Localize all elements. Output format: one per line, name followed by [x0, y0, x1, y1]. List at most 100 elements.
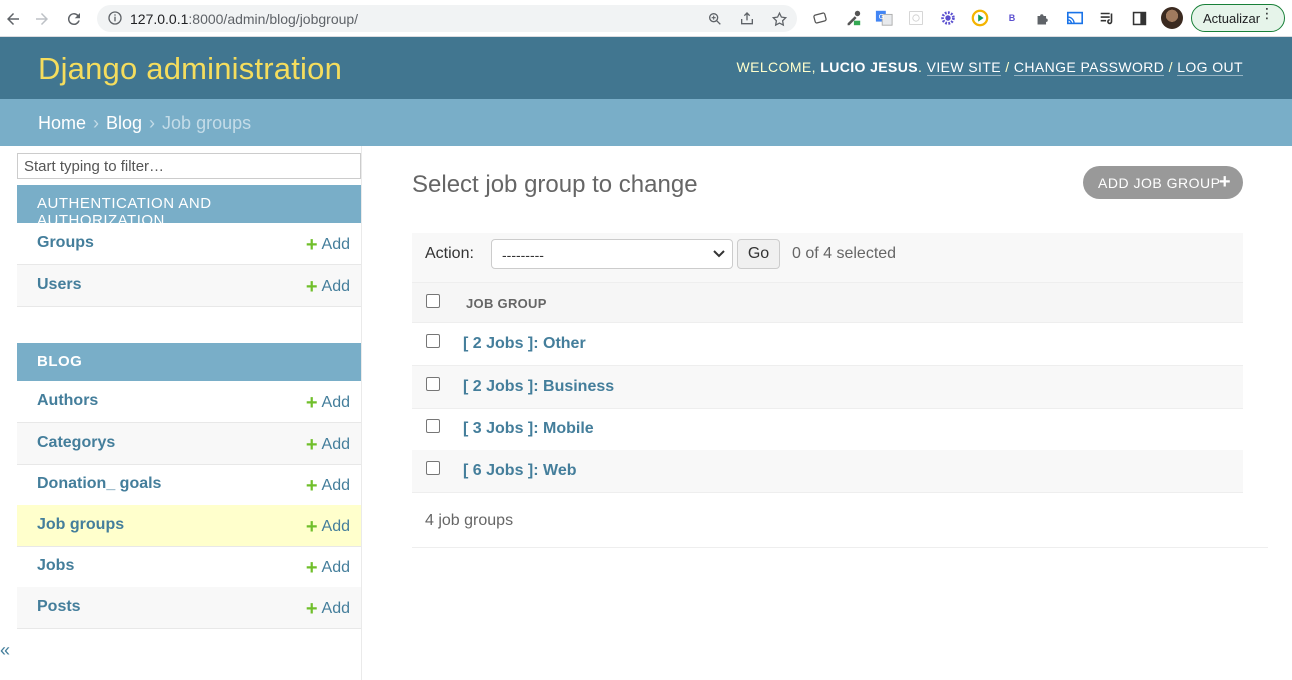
add-label: Add [321, 518, 350, 535]
log-out-link[interactable]: LOG OUT [1177, 59, 1243, 76]
add-authors-link[interactable]: + Add [306, 392, 350, 415]
sidebar-item-job-groups: Job groups + Add [17, 505, 361, 547]
add-plus-icon: + [305, 392, 318, 414]
address-bar[interactable]: 127.0.0.1:8000/admin/blog/jobgroup/ [97, 5, 797, 32]
row-link[interactable]: [ 6 Jobs ]: Web [463, 462, 577, 480]
period: . [918, 59, 923, 75]
table-row: [ 6 Jobs ]: Web [412, 450, 1243, 493]
add-donation-goals-link[interactable]: + Add [306, 475, 350, 498]
add-jobs-link[interactable]: + Add [306, 557, 350, 580]
extension-1-icon[interactable] [810, 8, 830, 28]
action-select[interactable]: --------- [491, 239, 733, 269]
sidebar-item-donation-goals: Donation_ goals + Add [17, 464, 361, 506]
extension-grid-icon[interactable] [906, 8, 926, 28]
add-job-group-label: ADD JOB GROUP [1098, 175, 1221, 191]
svg-text:G: G [879, 12, 885, 21]
add-label: Add [321, 236, 350, 253]
breadcrumb-separator: › [88, 113, 105, 133]
breadcrumb-home[interactable]: Home [38, 113, 86, 133]
model-link-jobs[interactable]: Jobs [37, 557, 74, 575]
row-link[interactable]: [ 2 Jobs ]: Other [463, 335, 586, 353]
go-button[interactable]: Go [737, 239, 780, 269]
add-plus-icon: + [305, 557, 318, 579]
update-label: Actualizar [1203, 10, 1261, 26]
breadcrumb-separator: › [144, 113, 161, 133]
side-panel-icon[interactable] [1129, 8, 1149, 28]
translate-extension-icon[interactable]: G [874, 8, 894, 28]
add-label: Add [321, 436, 350, 453]
nav-filter-input[interactable] [17, 153, 361, 179]
url-text: 127.0.0.1:8000/admin/blog/jobgroup/ [130, 11, 358, 27]
row-checkbox[interactable] [426, 377, 440, 391]
add-job-group-button[interactable]: ADD JOB GROUP + [1083, 166, 1243, 199]
add-plus-icon: + [305, 276, 318, 298]
model-link-groups[interactable]: Groups [37, 234, 94, 252]
sidebar-item-posts: Posts + Add [17, 587, 361, 629]
eyedropper-extension-icon[interactable] [843, 8, 863, 28]
row-link[interactable]: [ 2 Jobs ]: Business [463, 378, 614, 396]
view-site-link[interactable]: VIEW SITE [926, 59, 1001, 76]
update-browser-button[interactable]: Actualizar ⋮ [1191, 4, 1285, 32]
b-extension-icon[interactable]: B [1002, 8, 1022, 28]
model-link-donation-goals[interactable]: Donation_ goals [37, 475, 161, 493]
chevron-down-icon [713, 250, 725, 258]
welcome-text: WELCOME, [736, 59, 816, 75]
add-categorys-link[interactable]: + Add [306, 434, 350, 457]
add-label: Add [321, 559, 350, 576]
breadcrumb-current: Job groups [162, 113, 252, 133]
add-plus-icon: + [305, 434, 318, 456]
site-branding[interactable]: Django administration [38, 51, 342, 87]
add-label: Add [321, 477, 350, 494]
more-menu-icon[interactable]: ⋮ [1260, 6, 1274, 20]
gear-extension-icon[interactable] [938, 8, 958, 28]
row-checkbox[interactable] [426, 461, 440, 475]
row-checkbox[interactable] [426, 334, 440, 348]
back-button[interactable] [0, 6, 26, 32]
add-label: Add [321, 394, 350, 411]
add-groups-link[interactable]: + Add [306, 234, 350, 257]
module-caption-auth[interactable]: AUTHENTICATION AND AUTHORIZATION [17, 185, 361, 229]
profile-avatar[interactable] [1161, 7, 1183, 29]
cast-icon[interactable] [1065, 8, 1085, 28]
model-link-categorys[interactable]: Categorys [37, 434, 115, 452]
action-select-value: --------- [502, 247, 544, 263]
model-link-authors[interactable]: Authors [37, 392, 98, 410]
play-extension-icon[interactable] [970, 8, 990, 28]
model-link-job-groups[interactable]: Job groups [37, 516, 124, 534]
forward-button[interactable] [29, 6, 55, 32]
add-label: Add [321, 278, 350, 295]
module-caption-blog[interactable]: BLOG [17, 343, 361, 381]
model-link-users[interactable]: Users [37, 276, 81, 294]
toggle-sidebar-icon[interactable]: « [0, 640, 10, 661]
plus-icon: + [1218, 171, 1231, 193]
select-all-checkbox[interactable] [426, 294, 440, 308]
back-arrow-icon [7, 13, 19, 25]
page-title: Select job group to change [412, 171, 698, 198]
row-checkbox[interactable] [426, 419, 440, 433]
column-header-job-group[interactable]: JOB GROUP [466, 296, 547, 311]
action-label: Action: [425, 245, 474, 262]
actions-bar: Action: --------- Go 0 of 4 selected [412, 233, 1243, 282]
add-posts-link[interactable]: + Add [306, 598, 350, 621]
zoom-icon[interactable] [705, 9, 725, 29]
reload-button[interactable] [61, 6, 87, 32]
model-link-posts[interactable]: Posts [37, 598, 81, 616]
extensions-puzzle-icon[interactable] [1033, 8, 1053, 28]
add-job-groups-link[interactable]: + Add [306, 516, 350, 539]
site-info-icon[interactable] [107, 10, 123, 26]
add-label: Add [321, 600, 350, 617]
paginator: 4 job groups [412, 493, 1268, 548]
url-host: 127.0.0.1 [130, 11, 189, 27]
change-password-link[interactable]: CHANGE PASSWORD [1013, 59, 1165, 76]
row-link[interactable]: [ 3 Jobs ]: Mobile [463, 420, 594, 438]
bookmark-star-icon[interactable] [769, 9, 789, 29]
add-plus-icon: + [305, 234, 318, 256]
add-users-link[interactable]: + Add [306, 276, 350, 299]
breadcrumb-blog[interactable]: Blog [106, 113, 142, 133]
share-icon[interactable] [737, 9, 757, 29]
reload-icon [67, 13, 80, 26]
admin-header: Django administration WELCOME, LUCIO JES… [0, 37, 1292, 99]
table-row: [ 2 Jobs ]: Business [412, 366, 1243, 409]
media-queue-icon[interactable] [1097, 8, 1117, 28]
table-row: [ 2 Jobs ]: Other [412, 323, 1243, 366]
